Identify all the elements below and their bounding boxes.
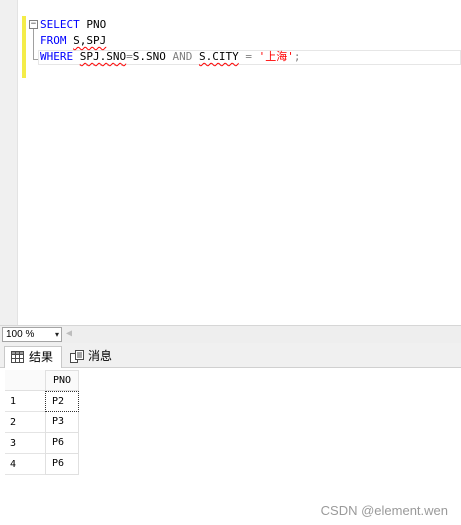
tab-messages[interactable]: 消息 <box>64 346 116 368</box>
s-sno-ref: S.SNO <box>132 50 166 63</box>
zoom-value: 100 % <box>6 329 35 340</box>
zoom-strip: 100 % ▾ ◀ <box>0 325 461 343</box>
equals-operator: = <box>126 50 133 63</box>
table-row[interactable]: 3 P6 <box>5 433 79 454</box>
results-grid-area: PNO 1 P2 2 P3 3 P6 4 P6 <box>0 368 461 525</box>
select-column: PNO <box>79 18 107 31</box>
code-line-1[interactable]: SELECT PNO <box>40 17 106 33</box>
from-tables: S,SPJ <box>73 34 107 47</box>
table-cell[interactable]: P6 <box>45 433 79 454</box>
table-cell[interactable]: P3 <box>45 412 79 433</box>
zoom-dropdown[interactable]: 100 % ▾ <box>2 327 62 342</box>
equals-operator: = <box>245 50 252 63</box>
table-cell[interactable]: P6 <box>45 454 79 475</box>
fold-guide-line <box>33 29 34 60</box>
chevron-down-icon[interactable]: ▾ <box>55 328 59 341</box>
change-indicator-bar <box>22 16 26 78</box>
table-row[interactable]: 4 P6 <box>5 454 79 475</box>
semicolon: ; <box>293 50 301 63</box>
spj-sno-ref: SPJ.SNO <box>79 50 127 63</box>
tab-results-label: 结果 <box>29 350 54 364</box>
code-line-3[interactable]: WHERE SPJ.SNO=S.SNO AND S.CITY = '上海'; <box>40 49 300 65</box>
keyword-select: SELECT <box>40 18 80 31</box>
keyword-from: FROM <box>40 34 67 47</box>
grid-corner-header[interactable] <box>5 370 45 391</box>
table-cell-selected[interactable]: P2 <box>45 391 79 412</box>
s-city-ref: S.CITY <box>198 50 239 63</box>
row-number[interactable]: 3 <box>5 433 45 454</box>
row-number[interactable]: 2 <box>5 412 45 433</box>
table-row[interactable]: 2 P3 <box>5 412 79 433</box>
code-line-2[interactable]: FROM S,SPJ <box>40 33 106 49</box>
tab-results[interactable]: 结果 <box>4 346 62 368</box>
editor-gutter <box>0 0 18 325</box>
row-number[interactable]: 1 <box>5 391 45 412</box>
scroll-left-icon[interactable]: ◀ <box>66 328 72 339</box>
tab-messages-label: 消息 <box>88 349 113 363</box>
query-editor[interactable]: − SELECT PNO FROM S,SPJ WHERE SPJ.SNO=S.… <box>0 0 461 325</box>
grid-icon <box>11 351 24 363</box>
result-tabs: 结果 消息 <box>0 343 461 368</box>
string-literal: '上海' <box>258 50 294 63</box>
watermark: CSDN @element.wen <box>320 503 448 518</box>
row-number[interactable]: 4 <box>5 454 45 475</box>
messages-icon <box>70 350 84 363</box>
table-row[interactable]: 1 P2 <box>5 391 79 412</box>
collapse-icon[interactable]: − <box>29 20 38 29</box>
keyword-where: WHERE <box>40 50 74 63</box>
keyword-and: AND <box>172 50 193 63</box>
column-header-pno[interactable]: PNO <box>45 370 79 391</box>
